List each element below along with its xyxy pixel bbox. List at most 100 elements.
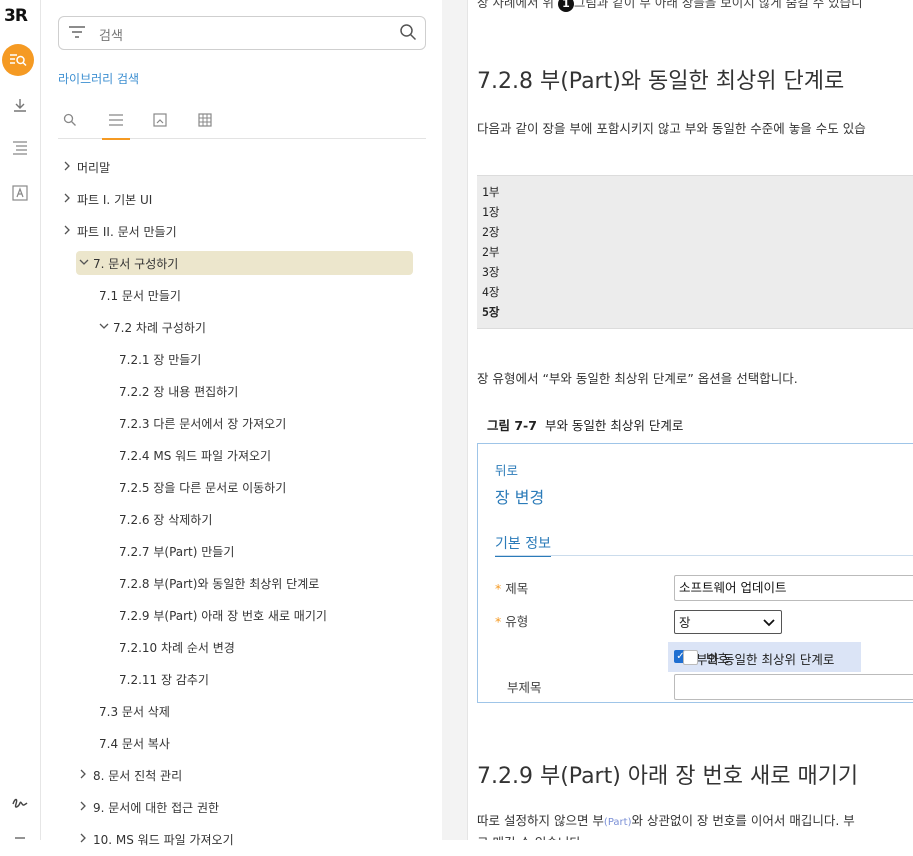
section-heading-7-2-9: 7.2.9 부(Part) 아래 장 번호 새로 매기기 (477, 764, 859, 789)
library-sidebar: 검색 라이브러리 검색 머리말파트 I. 기본 UI 파트 II. 문서 만들기 7… (41, 0, 443, 847)
chevron-right-icon[interactable] (63, 193, 77, 206)
toc-item[interactable]: 파트 II. 문서 만들기 (63, 219, 177, 243)
type-select[interactable]: 장 (674, 610, 782, 634)
code-line: 5장 (482, 305, 500, 319)
section-paragraph-7-2-9-cont: 로 매길 수 있습니다 (477, 832, 581, 840)
chevron-down-icon[interactable] (99, 322, 113, 333)
toc-item-label: 7.1 문서 만들기 (99, 288, 181, 303)
toc-item-label: 9. 문서에 대한 접근 권한 (93, 800, 220, 815)
toc-item-label: 10. MS 워드 파일 가져오기 (93, 832, 234, 847)
subtitle-label: 부제목 (507, 680, 542, 695)
search-input[interactable]: 검색 (99, 25, 123, 44)
section-heading-7-2-8: 7.2.8 부(Part)와 동일한 최상위 단계로 (477, 69, 845, 94)
toc-item[interactable]: 7.4 문서 복사 (99, 731, 170, 755)
figure-caption: 그림 7-7 부와 동일한 최상위 단계로 (487, 418, 684, 433)
chevron-right-icon[interactable] (79, 833, 93, 846)
toc-item[interactable]: 7.2.4 MS 워드 파일 가져오기 (119, 443, 271, 467)
toc-item[interactable]: 7.2.5 장을 다른 문서로 이동하기 (119, 475, 286, 499)
chevron-down-icon (763, 611, 775, 635)
title-field[interactable]: 소프트웨어 업데이트 (674, 575, 913, 601)
toc-item-label: 8. 문서 진척 관리 (93, 768, 183, 783)
code-line: 1장 (482, 205, 500, 219)
document-view: 장 사례에서 위 1 그림과 같이 부 아래 장들을 보이지 않게 숨길 수 있습… (468, 0, 913, 840)
pane-divider[interactable] (442, 0, 468, 840)
toc-item[interactable]: 7.2.6 장 삭제하기 (119, 507, 212, 531)
renumber-checkbox[interactable] (683, 650, 698, 665)
code-line: 2장 (482, 225, 500, 239)
top-paragraph: 장 사례에서 위 1 그림과 같이 부 아래 장들을 보이지 않게 숨길 수 있습… (477, 0, 863, 12)
app-logo: 3R (4, 6, 28, 26)
title-label: * 제목 (495, 581, 529, 596)
back-link[interactable]: 뒤로 (495, 460, 518, 479)
subtitle-field[interactable] (674, 674, 913, 700)
more-icon (15, 837, 25, 839)
chevron-right-icon[interactable] (63, 161, 77, 174)
tab-tables[interactable] (193, 108, 217, 132)
toc-item[interactable]: 7.2.8 부(Part)와 동일한 최상위 단계로 (119, 571, 319, 595)
toc-item-label: 7.2 차례 구성하기 (113, 320, 206, 335)
download-icon (14, 99, 26, 112)
toc-item[interactable]: 9. 문서에 대한 접근 권한 (79, 795, 219, 819)
search-list-icon (10, 54, 27, 67)
toc-item[interactable]: 7.2.3 다른 문서에서 장 가져오기 (119, 411, 286, 435)
toc-item[interactable]: 7.2.7 부(Part) 만들기 (119, 539, 234, 563)
filter-icon[interactable] (68, 25, 86, 39)
toc-item[interactable]: 7.2.9 부(Part) 아래 장 번호 새로 매기기 (119, 603, 327, 627)
toc-item-label: 7.2.8 부(Part)와 동일한 최상위 단계로 (119, 576, 320, 591)
tab-images[interactable] (148, 108, 172, 132)
toc-item[interactable]: 7.3 문서 삭제 (99, 699, 170, 723)
chevron-right-icon[interactable] (63, 225, 77, 238)
outline-icon (13, 141, 27, 155)
tab-basic-info[interactable]: 기본 정보 (495, 533, 551, 557)
tab-search[interactable] (58, 108, 82, 132)
toc-item-label: 7.2.4 MS 워드 파일 가져오기 (119, 448, 272, 463)
library-search-link[interactable]: 라이브러리 검색 (58, 70, 139, 87)
toc-item-label: 7.2.7 부(Part) 만들기 (119, 544, 235, 559)
toc-item[interactable]: 10. MS 워드 파일 가져오기 (79, 827, 234, 851)
toc-item[interactable]: 7.2.10 차례 순서 변경 (119, 635, 235, 659)
toc-item-label: 7.2.9 부(Part) 아래 장 번호 새로 매기기 (119, 608, 327, 623)
toc-item-label: 파트 II. 문서 만들기 (77, 224, 177, 239)
toc-item[interactable]: 8. 문서 진척 관리 (79, 763, 182, 787)
list-icon (109, 114, 123, 126)
image-icon (153, 113, 167, 127)
toc-item[interactable]: 7.2.2 장 내용 편집하기 (119, 379, 238, 403)
toc-item-label: 7.2.11 장 감추기 (119, 672, 209, 687)
option-paragraph: 장 유형에서 “부와 동일한 최상위 단계로” 옵션을 선택합니다. (477, 371, 798, 386)
section-paragraph: 다음과 같이 장을 부에 포함시키지 않고 부와 동일한 수준에 놓을 수도 있… (477, 121, 866, 136)
required-mark: * (495, 581, 502, 596)
toc-item[interactable]: 7. 문서 구성하기 (76, 251, 413, 275)
search-icon[interactable] (399, 23, 417, 41)
toc-item-label: 파트 I. 기본 UI (77, 192, 153, 207)
outline-rail-button[interactable] (5, 133, 35, 163)
code-line: 2부 (482, 245, 500, 259)
sidebar-tabs (58, 104, 426, 140)
icon-rail: 3R (0, 0, 41, 840)
search-box[interactable]: 검색 (58, 16, 426, 50)
more-rail-button[interactable] (5, 826, 35, 856)
toc-item-label: 7.2.1 장 만들기 (119, 352, 202, 367)
search-icon (63, 113, 76, 126)
figure-screenshot: 뒤로 장 변경 기본 정보 * 제목 소프트웨어 업데이트 * 유형 장 ✓ 부와 … (477, 443, 913, 703)
download-rail-button[interactable] (5, 90, 35, 120)
toc-item[interactable]: 7.2.11 장 감추기 (119, 667, 209, 691)
chevron-right-icon[interactable] (79, 769, 93, 782)
chevron-down-icon[interactable] (79, 258, 93, 269)
signature-rail-button[interactable] (5, 787, 35, 817)
toc-item[interactable]: 7.2.1 장 만들기 (119, 347, 201, 371)
type-label: * 유형 (495, 614, 529, 629)
toc-item[interactable]: 머리말 (63, 155, 110, 179)
library-search-rail-button[interactable] (2, 44, 34, 76)
tab-toc[interactable] (102, 108, 130, 140)
toc-item-label: 7.2.5 장을 다른 문서로 이동하기 (119, 480, 287, 495)
toc-item[interactable]: 7.1 문서 만들기 (99, 283, 181, 307)
figure-title: 장 변경 (495, 488, 545, 507)
chevron-right-icon[interactable] (79, 801, 93, 814)
table-icon (198, 113, 212, 127)
toc-item-label: 7.2.10 차례 순서 변경 (119, 640, 235, 655)
toc-item[interactable]: 파트 I. 기본 UI (63, 187, 152, 211)
toc-item[interactable]: 7.2 차례 구성하기 (99, 315, 206, 339)
font-icon (12, 185, 28, 201)
code-line: 3장 (482, 265, 500, 279)
font-rail-button[interactable] (5, 178, 35, 208)
